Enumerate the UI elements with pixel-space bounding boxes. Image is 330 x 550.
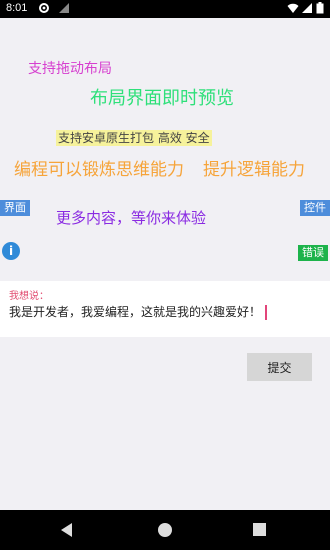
native-package-text[interactable]: 支持安卓原生打包 高效 安全 [56, 130, 212, 146]
logic-text[interactable]: 提升逻辑能力 [203, 162, 305, 179]
cellular-icon [301, 2, 313, 17]
battery-icon [316, 2, 324, 17]
interface-tab[interactable]: 界面 [0, 200, 30, 216]
drag-layout-text[interactable]: 支持拖动布局 [28, 62, 112, 76]
info-icon[interactable]: i [2, 242, 20, 260]
status-time: 8:01 [6, 2, 28, 14]
comment-label: 我想说： [9, 291, 49, 302]
navigation-bar [0, 510, 330, 550]
preview-text[interactable]: 布局界面即时预览 [90, 90, 234, 108]
comment-text: 我是开发者，我爱编程，这就是我的兴趣爱好！ [9, 305, 262, 319]
wifi-icon [287, 2, 299, 17]
signal-icon [58, 2, 70, 17]
design-canvas: 支持拖动布局 布局界面即时预览 支持安卓原生打包 高效 安全 编程可以锻炼思维能… [0, 18, 330, 506]
submit-button[interactable]: 提交 [247, 353, 312, 381]
error-button[interactable]: 错误 [298, 245, 328, 261]
recent-apps-icon[interactable] [253, 523, 266, 536]
comment-input[interactable]: 我是开发者，我爱编程，这就是我的兴趣爱好！ [9, 303, 268, 320]
text-cursor [265, 305, 268, 320]
home-icon[interactable] [158, 523, 172, 537]
controls-tab[interactable]: 控件 [300, 200, 330, 216]
more-content-text[interactable]: 更多内容，等你来体验 [56, 211, 206, 226]
back-icon[interactable] [61, 523, 72, 537]
gear-icon [38, 2, 50, 17]
status-bar: 8:01 [0, 0, 330, 18]
thinking-text[interactable]: 编程可以锻炼思维能力 [14, 162, 184, 179]
comment-box[interactable]: 我想说： 我是开发者，我爱编程，这就是我的兴趣爱好！ [0, 281, 330, 337]
